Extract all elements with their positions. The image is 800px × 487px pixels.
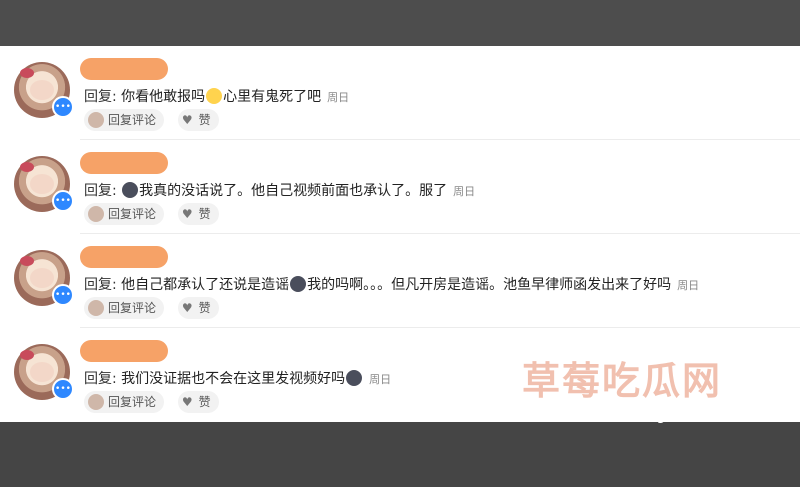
reply-label: 回复评论 bbox=[108, 395, 157, 409]
heart-icon: ♥ bbox=[181, 113, 193, 127]
username-redacted bbox=[80, 58, 168, 80]
dark-emoji-icon bbox=[290, 276, 307, 292]
like-button[interactable]: ♥ 赞 bbox=[177, 297, 219, 319]
comment-actions: 回复评论 ♥ 赞 bbox=[84, 109, 229, 131]
like-button[interactable]: ♥ 赞 bbox=[177, 391, 219, 413]
like-label: 赞 bbox=[198, 207, 211, 221]
reply-button[interactable]: 回复评论 bbox=[84, 109, 165, 131]
comment-text: 回复: 我真的没话说了。他自己视频前面也承认了。服了 周日 bbox=[84, 180, 475, 200]
face-icon bbox=[30, 80, 54, 100]
top-status-bar bbox=[0, 0, 800, 46]
like-button[interactable]: ♥ 赞 bbox=[177, 203, 219, 225]
like-button[interactable]: ♥ 赞 bbox=[177, 109, 219, 131]
reply-button[interactable]: 回复评论 bbox=[84, 203, 165, 225]
reply-prefix: 回复: bbox=[84, 371, 122, 387]
verified-badge-icon: ••• bbox=[52, 284, 74, 306]
reply-prefix: 回复: bbox=[84, 89, 122, 105]
username-redacted bbox=[80, 340, 168, 362]
reply-label: 回复评论 bbox=[108, 207, 157, 221]
username-redacted bbox=[80, 246, 168, 268]
comment-text: 回复: 我们没证据也不会在这里发视频好吗 周日 bbox=[84, 368, 391, 388]
comment-text-part: 我真的没话说了。他自己视频前面也承认了。服了 bbox=[139, 183, 448, 199]
heart-icon: ♥ bbox=[181, 301, 193, 315]
bottom-bar bbox=[0, 422, 800, 487]
comment-text: 回复: 你看他敢报吗 心里有鬼死了吧 周日 bbox=[84, 86, 349, 106]
comment-date: 周日 bbox=[327, 91, 350, 104]
dark-emoji-icon bbox=[122, 182, 139, 198]
username-redacted bbox=[80, 152, 168, 174]
comment-item: ••• 回复: 你看他敢报吗 心里有鬼死了吧 周日 回复评论 ♥ 赞 bbox=[0, 46, 800, 140]
comment-text-part: 你看他敢报吗 bbox=[121, 89, 206, 105]
comment-date: 周日 bbox=[677, 279, 700, 292]
like-label: 赞 bbox=[198, 395, 211, 409]
heart-icon: ♥ bbox=[181, 395, 193, 409]
comment-item: ••• 回复: 他自己都承认了还说是造谣 我的吗啊。。。但凡开房是造谣。池鱼早律师… bbox=[0, 234, 800, 328]
bow-icon bbox=[20, 68, 34, 78]
like-label: 赞 bbox=[198, 301, 211, 315]
verified-badge-icon: ••• bbox=[52, 190, 74, 212]
comment-date: 周日 bbox=[369, 373, 392, 386]
reply-label: 回复评论 bbox=[108, 301, 157, 315]
like-label: 赞 bbox=[198, 113, 211, 127]
comment-text-part: 我的吗啊。。。但凡开房是造谣。池鱼早律师函发出来了好吗 bbox=[307, 277, 672, 293]
avatar-mini-icon bbox=[88, 112, 104, 128]
comment-text-part: 他自己都承认了还说是造谣 bbox=[121, 277, 290, 293]
face-icon bbox=[30, 174, 54, 194]
reply-button[interactable]: 回复评论 bbox=[84, 297, 165, 319]
comment-actions: 回复评论 ♥ 赞 bbox=[84, 203, 229, 225]
laugh-emoji-icon bbox=[206, 88, 223, 104]
heart-icon: ♥ bbox=[181, 207, 193, 221]
comment-item: ••• 回复: 我真的没话说了。他自己视频前面也承认了。服了 周日 回复评论 ♥ 赞 bbox=[0, 140, 800, 234]
comment-date: 周日 bbox=[453, 185, 476, 198]
comment-text: 回复: 他自己都承认了还说是造谣 我的吗啊。。。但凡开房是造谣。池鱼早律师函发出来… bbox=[84, 274, 699, 294]
face-icon bbox=[30, 268, 54, 288]
bow-icon bbox=[20, 162, 34, 172]
comment-actions: 回复评论 ♥ 赞 bbox=[84, 391, 229, 413]
verified-badge-icon: ••• bbox=[52, 96, 74, 118]
dark-emoji-icon bbox=[346, 370, 363, 386]
comment-item: ••• 回复: 我们没证据也不会在这里发视频好吗 周日 回复评论 ♥ 赞 bbox=[0, 328, 800, 422]
reply-prefix: 回复: bbox=[84, 277, 122, 293]
comment-text-part: 我们没证据也不会在这里发视频好吗 bbox=[121, 371, 346, 387]
reply-prefix: 回复: bbox=[84, 183, 122, 199]
verified-badge-icon: ••• bbox=[52, 378, 74, 400]
comment-list: ••• 回复: 你看他敢报吗 心里有鬼死了吧 周日 回复评论 ♥ 赞 ••• 回复: … bbox=[0, 46, 800, 422]
avatar-mini-icon bbox=[88, 300, 104, 316]
bow-icon bbox=[20, 350, 34, 360]
reply-button[interactable]: 回复评论 bbox=[84, 391, 165, 413]
bow-icon bbox=[20, 256, 34, 266]
avatar-mini-icon bbox=[88, 394, 104, 410]
comment-text-part: 心里有鬼死了吧 bbox=[223, 89, 322, 105]
face-icon bbox=[30, 362, 54, 382]
comment-actions: 回复评论 ♥ 赞 bbox=[84, 297, 229, 319]
avatar-mini-icon bbox=[88, 206, 104, 222]
reply-label: 回复评论 bbox=[108, 113, 157, 127]
